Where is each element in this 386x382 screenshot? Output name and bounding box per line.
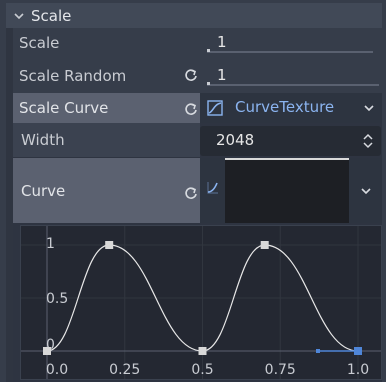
curve-texture-resource-picker[interactable]: CurveTexture bbox=[200, 93, 382, 123]
property-label: Curve bbox=[21, 181, 66, 200]
x-tick-label: 0.25 bbox=[109, 362, 140, 378]
chevron-down-icon bbox=[14, 12, 24, 19]
curve-point[interactable] bbox=[105, 241, 114, 249]
scale-value: 1 bbox=[217, 33, 227, 51]
curve-resource-icon-cell[interactable] bbox=[200, 158, 225, 223]
chevron-down-icon bbox=[361, 188, 371, 195]
property-label: Width bbox=[21, 131, 65, 149]
curve-point[interactable] bbox=[354, 347, 362, 355]
x-tick-label: 0.75 bbox=[265, 362, 296, 378]
x-tick-label: 0.5 bbox=[191, 362, 213, 378]
curve-point[interactable] bbox=[43, 347, 51, 355]
property-label: Scale bbox=[19, 34, 60, 52]
y-tick-label: 1 bbox=[46, 236, 55, 252]
resource-type-label: CurveTexture bbox=[235, 98, 335, 116]
curve-options-dropdown[interactable] bbox=[349, 158, 382, 223]
width-value: 2048 bbox=[216, 131, 255, 149]
scale-random-value: 1 bbox=[217, 66, 227, 84]
revert-icon[interactable] bbox=[183, 67, 199, 83]
curve-preview-thumbnail[interactable] bbox=[225, 158, 349, 223]
curve-point[interactable] bbox=[198, 347, 207, 355]
curve-editor[interactable]: 0.0 0.25 0.5 0.75 1.0 0 0.5 1 bbox=[20, 225, 382, 380]
curve-preview-line bbox=[225, 158, 349, 160]
value-slider-track[interactable] bbox=[207, 82, 379, 86]
scale-spinbox[interactable]: 1 bbox=[206, 30, 374, 56]
y-tick-label: 0.5 bbox=[46, 291, 68, 307]
curve-point[interactable] bbox=[260, 241, 269, 249]
x-tick-label: 0.0 bbox=[46, 362, 68, 378]
revert-icon[interactable] bbox=[183, 101, 199, 117]
up-down-arrows-icon[interactable] bbox=[362, 133, 374, 149]
property-label: Scale Curve bbox=[19, 99, 109, 117]
section-header-scale[interactable]: Scale bbox=[6, 3, 382, 28]
curve-texture-icon bbox=[207, 100, 223, 116]
scale-random-spinbox[interactable]: 1 bbox=[206, 63, 380, 89]
x-tick-label: 1.0 bbox=[347, 362, 369, 378]
chevron-down-icon[interactable] bbox=[362, 101, 376, 115]
curve-icon bbox=[207, 182, 218, 194]
property-label: Scale Random bbox=[19, 67, 127, 85]
value-slider-track[interactable] bbox=[207, 49, 373, 53]
section-title: Scale bbox=[31, 6, 72, 25]
indent-rail bbox=[6, 28, 13, 382]
curve-editor-canvas[interactable]: 0.0 0.25 0.5 0.75 1.000.51 bbox=[21, 226, 381, 379]
width-spinbox[interactable]: 2048 bbox=[200, 126, 381, 156]
tangent-handle bbox=[316, 349, 320, 353]
revert-icon[interactable] bbox=[183, 185, 199, 201]
